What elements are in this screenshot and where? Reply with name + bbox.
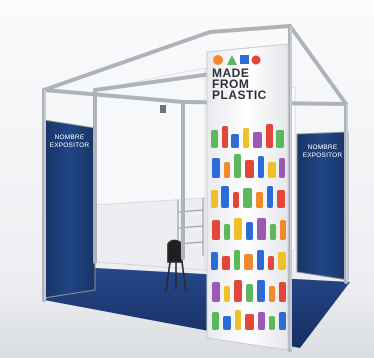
left-panel-line-1: NOMBRE (54, 134, 85, 141)
right-panel-label: NOMBRE EXPOSITOR (299, 144, 346, 160)
left-panel-line-2: EXPOSITOR (49, 142, 90, 149)
booth-illustration (0, 24, 374, 358)
brand-line-3: PLASTIC (212, 88, 267, 102)
right-panel-line-1: NOMBRE (307, 144, 338, 151)
back-wall-lower (94, 197, 206, 271)
spotlight-icon (160, 105, 166, 113)
left-panel-label: NOMBRE EXPOSITOR (46, 134, 93, 150)
brand-logo-text: MADE FROM PLASTIC (212, 67, 267, 102)
booth-scene: MADE FROM PLASTIC NOMBRE EXPOSITOR NOMBR… (0, 0, 374, 358)
right-panel-line-2: EXPOSITOR (302, 152, 343, 159)
